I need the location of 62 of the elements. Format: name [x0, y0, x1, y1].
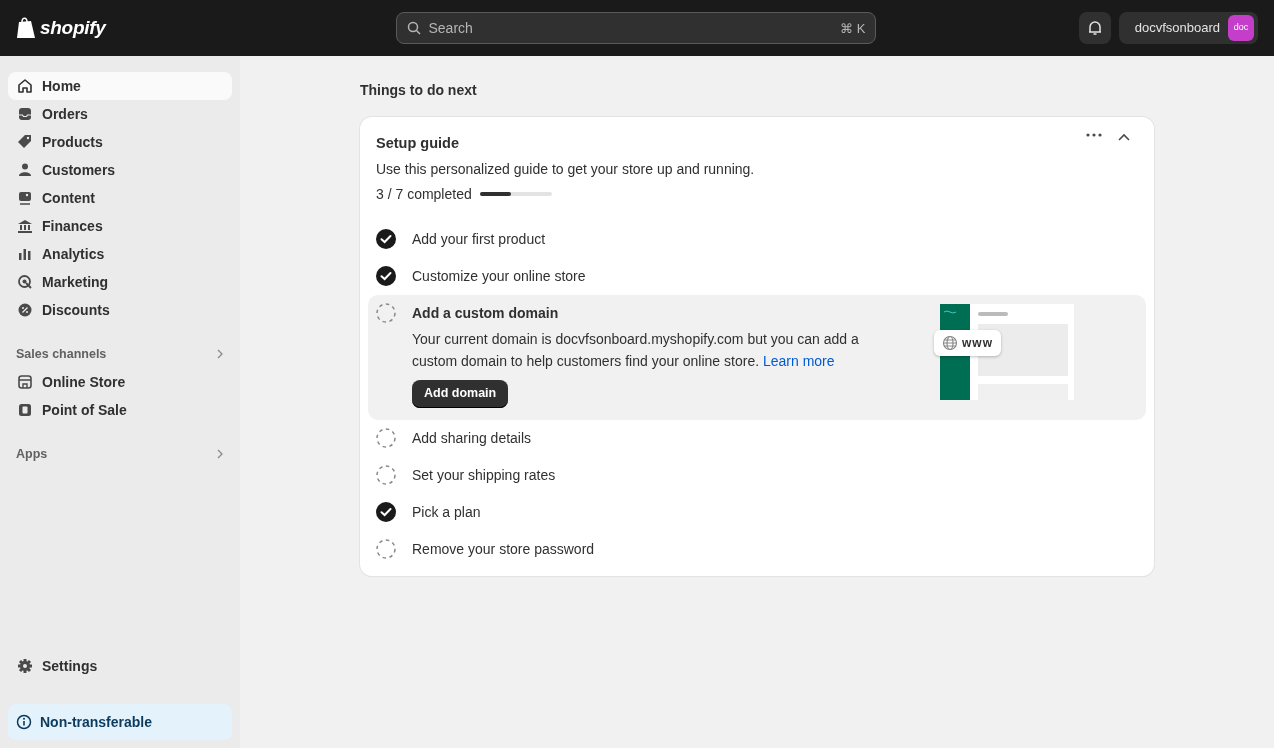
nav-item[interactable]: Analytics	[8, 240, 232, 268]
section-header[interactable]: Apps	[8, 440, 232, 468]
www-tag: www	[934, 329, 1001, 356]
nav-item[interactable]: Orders	[8, 100, 232, 128]
nav-item[interactable]: Finances	[8, 212, 232, 240]
add-domain-button[interactable]: Add domain	[412, 379, 509, 408]
nav-item[interactable]: Point of Sale	[8, 396, 232, 424]
check-circle-icon[interactable]	[376, 228, 396, 249]
target-icon	[16, 273, 34, 291]
home-icon	[16, 77, 34, 95]
avatar: doc	[1228, 15, 1254, 41]
section-header[interactable]: Sales channels	[8, 340, 232, 368]
nav-item[interactable]: Marketing	[8, 268, 232, 296]
notice-text: Non-transferable	[40, 712, 153, 732]
notifications-button[interactable]	[1078, 12, 1111, 44]
shopping-bag-icon	[16, 16, 36, 40]
task-title[interactable]: Set your shipping rates	[412, 464, 1138, 486]
task-title[interactable]: Add a custom domain	[412, 302, 1138, 324]
section-heading: Things to do next	[360, 81, 478, 100]
progress-text: 3 / 7 completed	[376, 184, 472, 204]
chevron-right-icon	[216, 349, 224, 359]
card-title: Setup guide	[376, 134, 460, 153]
badge-percent-icon	[16, 301, 34, 319]
bag-icon	[16, 401, 34, 419]
learn-more-link[interactable]: Learn more	[762, 352, 835, 369]
nav-item[interactable]: Settings	[8, 652, 232, 680]
task-description: Your current domain is docvfsonboard.myshopify.com but you can add a custom domain to help customers find your online store. Learn more	[412, 329, 860, 371]
bell-icon	[1087, 20, 1102, 36]
task-title[interactable]: Add your first product	[412, 228, 1138, 250]
chevron-right-icon	[216, 449, 224, 459]
nav-item[interactable]: Products	[8, 128, 232, 156]
chevron-up-icon	[1118, 133, 1130, 141]
person-icon	[16, 161, 34, 179]
check-circle-icon[interactable]	[376, 501, 396, 522]
nav-item[interactable]: Home	[8, 72, 232, 100]
nav-item[interactable]: Online Store	[8, 368, 232, 396]
inbox-icon	[16, 105, 34, 123]
nav-item[interactable]: Content	[8, 184, 232, 212]
task-title[interactable]: Pick a plan	[412, 501, 1138, 523]
dashed-circle-icon[interactable]	[376, 427, 396, 448]
globe-icon	[942, 334, 958, 351]
store-menu-button[interactable]: docvfsonboard doc	[1118, 12, 1258, 44]
image-icon	[16, 189, 34, 207]
dashed-circle-icon[interactable]	[376, 464, 396, 485]
nav-item[interactable]: Discounts	[8, 296, 232, 324]
info-icon	[16, 714, 32, 730]
tag-icon	[16, 133, 34, 151]
task-title[interactable]: Add sharing details	[412, 427, 1138, 449]
more-icon	[1086, 133, 1102, 137]
task-title[interactable]: Remove your store password	[412, 538, 1138, 560]
keyboard-shortcut: ⌘ K	[840, 20, 866, 38]
gear-icon	[16, 657, 34, 675]
storefront-icon	[16, 373, 34, 391]
card-subtitle: Use this personalized guide to get your store up and running.	[376, 159, 755, 179]
search-icon	[406, 21, 421, 35]
task-title[interactable]: Customize your online store	[412, 265, 1138, 287]
dashed-circle-icon[interactable]	[376, 302, 396, 323]
logo-text[interactable]: shopify	[40, 13, 106, 43]
check-circle-icon[interactable]	[376, 265, 396, 286]
bank-icon	[16, 217, 34, 235]
dashed-circle-icon[interactable]	[376, 538, 396, 559]
nav-item[interactable]: Customers	[8, 156, 232, 184]
